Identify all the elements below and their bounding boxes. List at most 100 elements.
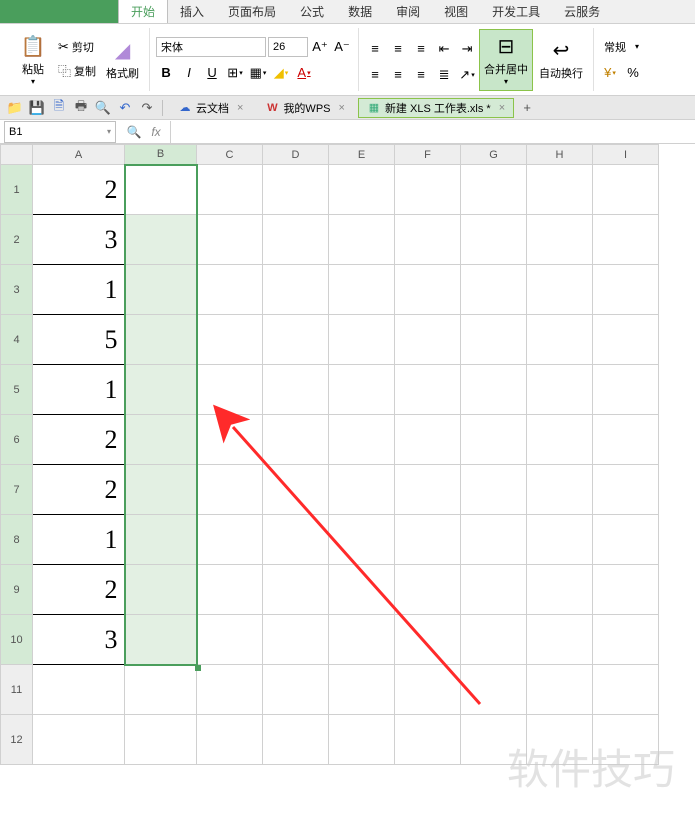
cell-B8[interactable] <box>125 515 197 565</box>
cell-C3[interactable] <box>197 265 263 315</box>
menu-tab-formula[interactable]: 公式 <box>288 0 336 23</box>
cell-G6[interactable] <box>461 415 527 465</box>
cell-I2[interactable] <box>593 215 659 265</box>
cell-F4[interactable] <box>395 315 461 365</box>
redo-icon[interactable]: ↷ <box>138 99 156 117</box>
cell-B10[interactable] <box>125 615 197 665</box>
doc-tab-mywps[interactable]: W 我的WPS × <box>256 98 354 118</box>
row-header-1[interactable]: 1 <box>1 165 33 215</box>
cell-D7[interactable] <box>263 465 329 515</box>
cell-H9[interactable] <box>527 565 593 615</box>
close-icon[interactable]: × <box>339 102 345 114</box>
copy-button[interactable]: ⿻复制 <box>54 59 100 82</box>
cell-E9[interactable] <box>329 565 395 615</box>
selection-handle[interactable] <box>195 665 201 671</box>
cell-D6[interactable] <box>263 415 329 465</box>
select-all-corner[interactable] <box>1 145 33 165</box>
cell-D12[interactable] <box>263 715 329 765</box>
align-right-icon[interactable]: ≡ <box>411 65 431 85</box>
cell-A5[interactable]: 1 <box>33 365 125 415</box>
cell-B3[interactable] <box>125 265 197 315</box>
print-preview-icon[interactable]: 🔍 <box>94 99 112 117</box>
fx-icon[interactable]: fx <box>146 122 166 142</box>
cell-G12[interactable] <box>461 715 527 765</box>
cell-G1[interactable] <box>461 165 527 215</box>
fill-color-button[interactable]: ◢ <box>271 63 291 83</box>
underline-button[interactable]: U <box>202 63 222 83</box>
cell-G10[interactable] <box>461 615 527 665</box>
cell-A9[interactable]: 2 <box>33 565 125 615</box>
cell-A2[interactable]: 3 <box>33 215 125 265</box>
cell-I7[interactable] <box>593 465 659 515</box>
cell-C4[interactable] <box>197 315 263 365</box>
row-header-10[interactable]: 10 <box>1 615 33 665</box>
border-button[interactable]: ⊞ <box>225 63 245 83</box>
cell-D1[interactable] <box>263 165 329 215</box>
cell-F2[interactable] <box>395 215 461 265</box>
bold-button[interactable]: B <box>156 63 176 83</box>
cell-E10[interactable] <box>329 615 395 665</box>
cell-C7[interactable] <box>197 465 263 515</box>
cell-D10[interactable] <box>263 615 329 665</box>
cell-G9[interactable] <box>461 565 527 615</box>
cell-H10[interactable] <box>527 615 593 665</box>
cell-I9[interactable] <box>593 565 659 615</box>
cell-C1[interactable] <box>197 165 263 215</box>
wrap-text-button[interactable]: ↩ 自动换行 <box>535 34 587 85</box>
cell-C5[interactable] <box>197 365 263 415</box>
align-top-icon[interactable]: ≡ <box>365 39 385 59</box>
cell-A6[interactable]: 2 <box>33 415 125 465</box>
cell-C11[interactable] <box>197 665 263 715</box>
cell-G3[interactable] <box>461 265 527 315</box>
font-name-select[interactable] <box>156 37 266 57</box>
decrease-font-icon[interactable]: A⁻ <box>332 37 352 57</box>
font-color-button[interactable]: A <box>294 63 314 83</box>
col-header-D[interactable]: D <box>263 145 329 165</box>
row-header-4[interactable]: 4 <box>1 315 33 365</box>
cell-F10[interactable] <box>395 615 461 665</box>
print-icon[interactable]: 🖶 <box>72 99 90 117</box>
cell-E2[interactable] <box>329 215 395 265</box>
cell-A4[interactable]: 5 <box>33 315 125 365</box>
menu-tab-cloud[interactable]: 云服务 <box>552 0 612 23</box>
cell-C9[interactable] <box>197 565 263 615</box>
cell-I11[interactable] <box>593 665 659 715</box>
cell-I5[interactable] <box>593 365 659 415</box>
cell-E6[interactable] <box>329 415 395 465</box>
cell-F7[interactable] <box>395 465 461 515</box>
menu-tab-home[interactable]: 开始 <box>118 0 168 23</box>
row-header-5[interactable]: 5 <box>1 365 33 415</box>
cell-B12[interactable] <box>125 715 197 765</box>
col-header-H[interactable]: H <box>527 145 593 165</box>
cell-B11[interactable] <box>125 665 197 715</box>
cell-D2[interactable] <box>263 215 329 265</box>
col-header-C[interactable]: C <box>197 145 263 165</box>
cell-E11[interactable] <box>329 665 395 715</box>
cell-G4[interactable] <box>461 315 527 365</box>
cell-F6[interactable] <box>395 415 461 465</box>
doc-tab-workbook[interactable]: ▦ 新建 XLS 工作表.xls * × <box>358 98 514 118</box>
cell-D8[interactable] <box>263 515 329 565</box>
cell-I6[interactable] <box>593 415 659 465</box>
paste-button[interactable]: 📋 粘贴 ▾ <box>14 30 52 90</box>
formula-input[interactable] <box>170 121 695 143</box>
search-icon[interactable]: 🔍 <box>124 122 144 142</box>
col-header-F[interactable]: F <box>395 145 461 165</box>
cell-I4[interactable] <box>593 315 659 365</box>
cell-E3[interactable] <box>329 265 395 315</box>
cell-B1[interactable] <box>125 165 197 215</box>
cell-I1[interactable] <box>593 165 659 215</box>
cell-H8[interactable] <box>527 515 593 565</box>
cell-A1[interactable]: 2 <box>33 165 125 215</box>
menu-tab-layout[interactable]: 页面布局 <box>216 0 288 23</box>
cell-H7[interactable] <box>527 465 593 515</box>
align-left-icon[interactable]: ≡ <box>365 65 385 85</box>
add-tab-icon[interactable]: + <box>518 99 536 117</box>
col-header-B[interactable]: B <box>125 145 197 165</box>
cell-C12[interactable] <box>197 715 263 765</box>
cell-B2[interactable] <box>125 215 197 265</box>
currency-icon[interactable]: ¥ <box>600 63 620 83</box>
italic-button[interactable]: I <box>179 63 199 83</box>
orientation-icon[interactable]: ↗ <box>457 65 477 85</box>
save-icon[interactable]: 💾 <box>28 99 46 117</box>
